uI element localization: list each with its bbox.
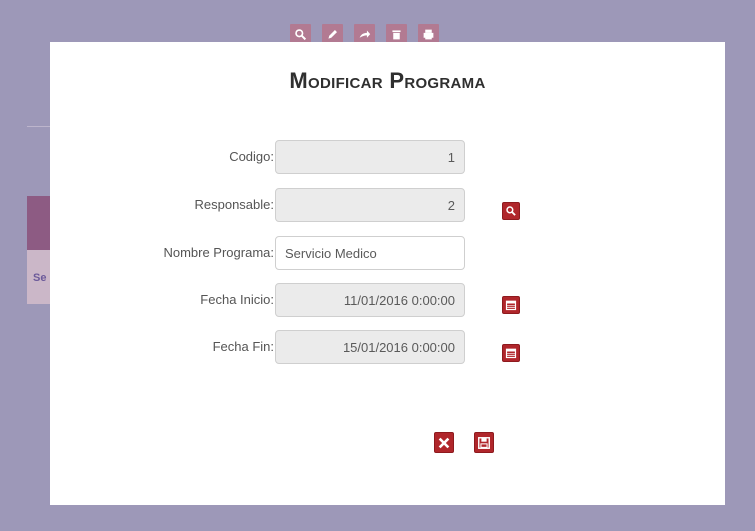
share-icon xyxy=(354,24,375,44)
fecha-fin-row: Fecha Fin: xyxy=(50,330,725,364)
codigo-row: Codigo: xyxy=(50,140,725,174)
background-side-text: Se xyxy=(33,272,47,284)
save-button[interactable] xyxy=(474,432,494,453)
background-divider xyxy=(27,126,50,127)
close-icon xyxy=(438,437,450,448)
edit-icon xyxy=(322,24,343,44)
codigo-label: Codigo: xyxy=(229,149,274,164)
fecha-fin-calendar-button[interactable] xyxy=(502,344,520,362)
fecha-inicio-calendar-button[interactable] xyxy=(502,296,520,314)
background-panel-cell: Se xyxy=(27,250,50,304)
calendar-icon xyxy=(505,300,517,311)
nombre-programa-field[interactable] xyxy=(275,236,465,270)
fecha-inicio-row: Fecha Inicio: xyxy=(50,283,725,317)
codigo-field[interactable] xyxy=(275,140,465,174)
save-icon xyxy=(478,436,490,449)
fecha-inicio-label: Fecha Inicio: xyxy=(200,292,274,307)
dialog-title: Modificar Programa xyxy=(289,68,486,93)
responsable-row: Responsable: xyxy=(50,188,725,222)
nombre-programa-row: Nombre Programa: xyxy=(50,236,725,270)
search-icon xyxy=(506,206,516,216)
nombre-programa-label: Nombre Programa: xyxy=(163,245,274,260)
calendar-icon xyxy=(505,348,517,359)
fecha-fin-label: Fecha Fin: xyxy=(212,339,274,354)
search-icon xyxy=(290,24,311,44)
background-toolbar xyxy=(290,24,439,44)
responsable-field[interactable] xyxy=(275,188,465,222)
print-icon xyxy=(418,24,439,44)
fecha-inicio-field[interactable] xyxy=(275,283,465,317)
responsable-label: Responsable: xyxy=(194,197,275,212)
responsable-search-button[interactable] xyxy=(502,202,520,220)
background-panel-header xyxy=(27,196,50,250)
fecha-fin-field[interactable] xyxy=(275,330,465,364)
cancel-button[interactable] xyxy=(434,432,454,453)
modificar-programa-dialog: Modificar Programa Codigo: Responsable: … xyxy=(50,42,725,505)
delete-icon xyxy=(386,24,407,44)
